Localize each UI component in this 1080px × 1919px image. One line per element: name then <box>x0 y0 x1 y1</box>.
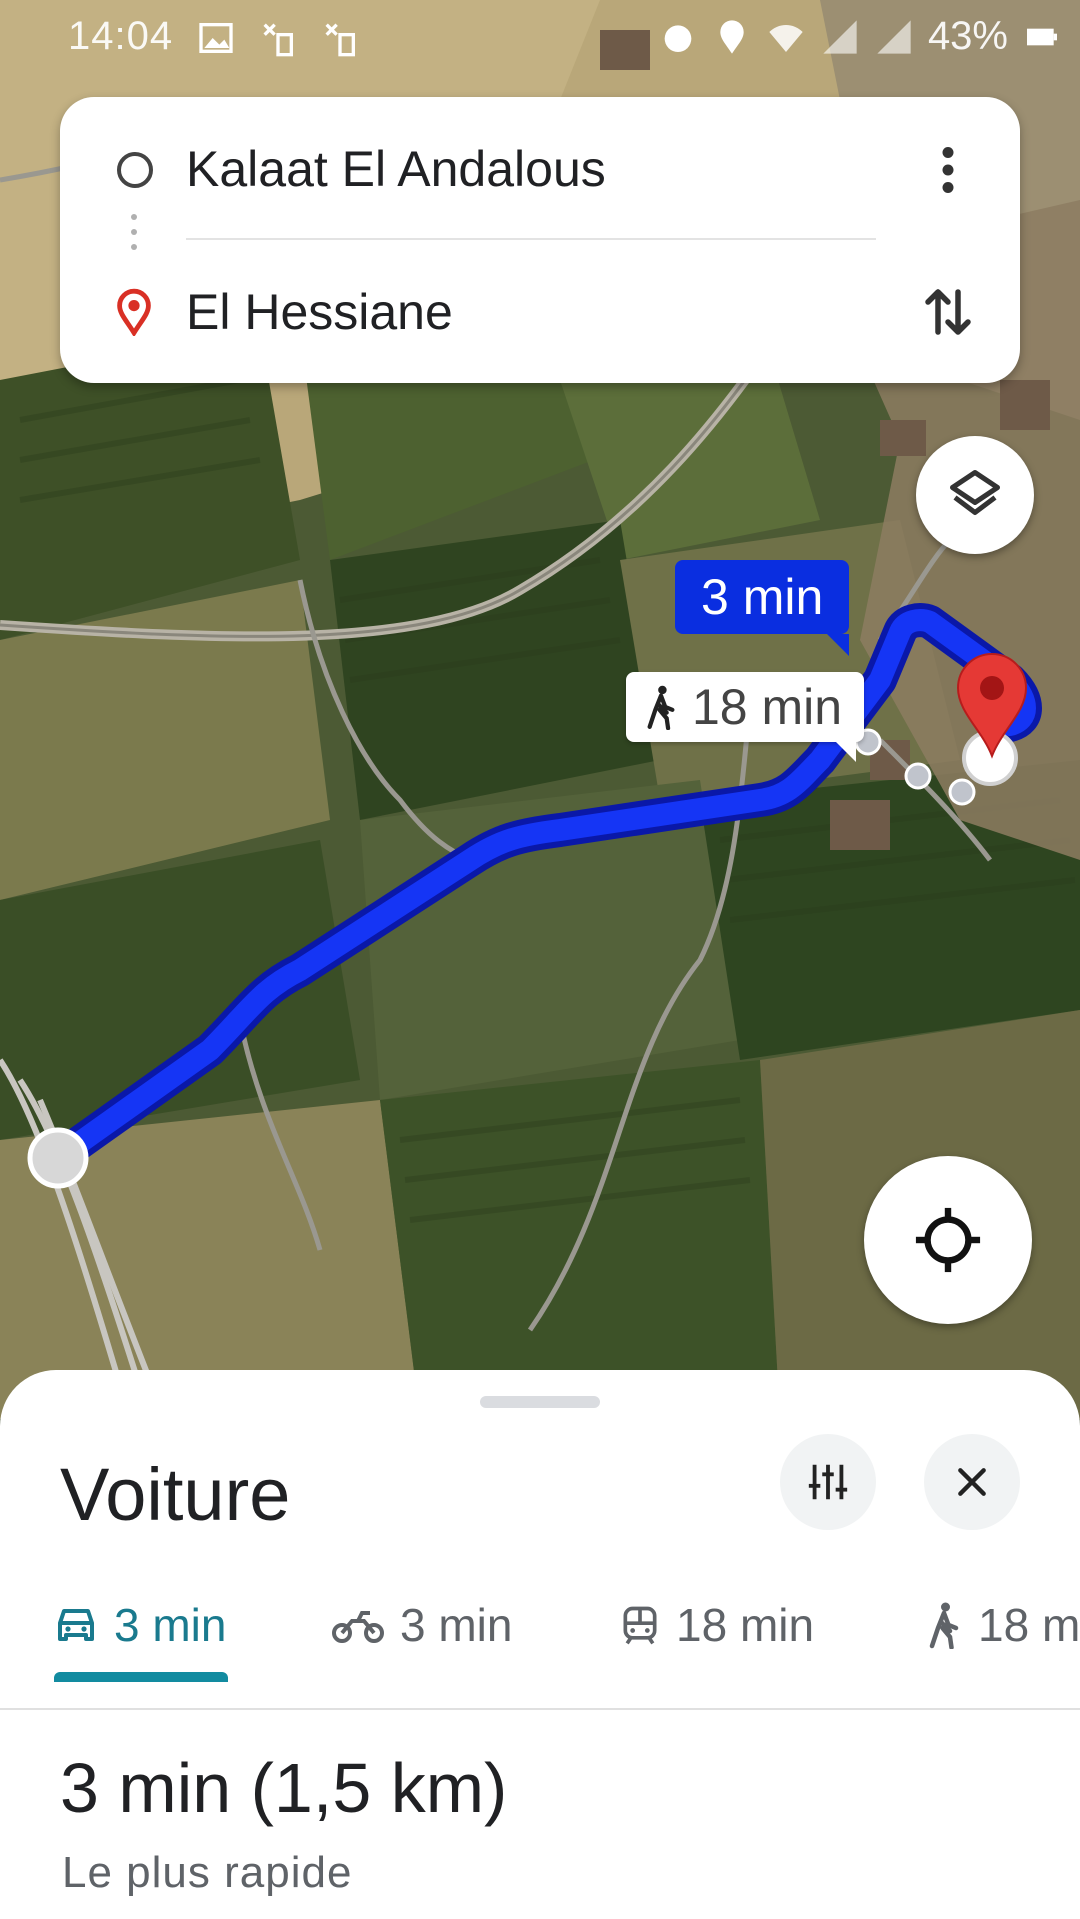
tab-car-label: 3 min <box>114 1599 227 1651</box>
route-summary[interactable]: 3 min (1,5 km) <box>60 1748 507 1828</box>
battery-percent: 43% <box>927 14 1008 58</box>
motorcycle-icon <box>332 1611 384 1643</box>
tab-motorcycle[interactable]: 3 min <box>330 1570 512 1680</box>
train-icon <box>623 1606 657 1645</box>
drive-time-label[interactable]: 3 min <box>675 560 850 656</box>
layers-icon <box>950 470 1000 515</box>
travel-mode-title: Voiture <box>60 1453 291 1536</box>
signal1-icon <box>823 19 857 54</box>
tab-transit-label: 18 min <box>676 1599 815 1651</box>
status-time: 14:04 <box>68 14 174 58</box>
drag-handle[interactable] <box>480 1396 600 1408</box>
car-icon <box>58 1609 94 1641</box>
destination-pin-icon[interactable] <box>952 650 1032 760</box>
status-bar: 14:04 43% <box>0 0 1080 76</box>
origin-circle-icon <box>117 152 153 188</box>
battery-icon <box>1027 28 1057 45</box>
sim2-call-icon <box>325 23 355 57</box>
swap-directions-icon[interactable] <box>918 280 978 344</box>
alarm-icon <box>664 24 692 52</box>
crosshair-icon <box>915 1207 981 1273</box>
walk-icon <box>647 685 675 730</box>
tab-walk-label: 18 min <box>978 1599 1080 1651</box>
sim1-call-icon <box>263 23 293 57</box>
sliders-icon <box>808 1464 848 1500</box>
close-icon <box>958 1468 986 1496</box>
my-location-button[interactable] <box>864 1156 1032 1324</box>
walk-mode-icon <box>929 1602 959 1649</box>
close-button[interactable] <box>924 1434 1020 1530</box>
tabs-divider <box>0 1708 1080 1710</box>
signal2-icon <box>877 19 911 54</box>
tab-motorcycle-label: 3 min <box>400 1599 513 1651</box>
image-icon <box>199 23 233 53</box>
route-distance: (1,5 km) <box>250 1749 508 1827</box>
location-icon <box>720 19 744 54</box>
tab-car[interactable]: 3 min <box>52 1570 226 1680</box>
active-tab-indicator <box>54 1672 228 1682</box>
walk-time-text: 18 min <box>692 679 843 735</box>
map-layers-button[interactable] <box>916 436 1034 554</box>
route-note: Le plus rapide <box>62 1848 353 1897</box>
route-options-button[interactable] <box>780 1434 876 1530</box>
origin-field[interactable]: Kalaat El Andalous <box>186 140 606 198</box>
more-options-icon[interactable] <box>918 140 978 200</box>
drive-time-text: 3 min <box>701 569 824 625</box>
route-duration: 3 min <box>60 1749 232 1827</box>
travel-mode-tabs: 3 min 3 min 18 min 18 m <box>0 1570 1080 1682</box>
tab-walk[interactable]: 18 min <box>924 1570 1080 1680</box>
route-connector-dots <box>131 214 137 260</box>
directions-bottom-sheet: Voiture 3 min 3 min 18 min 18 m <box>0 1370 1080 1919</box>
card-divider <box>186 238 876 240</box>
destination-marker-icon <box>117 288 151 336</box>
wifi-icon <box>769 24 803 52</box>
tab-transit[interactable]: 18 min <box>618 1570 814 1680</box>
destination-field[interactable]: El Hessiane <box>186 283 453 341</box>
walk-time-label[interactable]: 18 min <box>626 672 865 762</box>
